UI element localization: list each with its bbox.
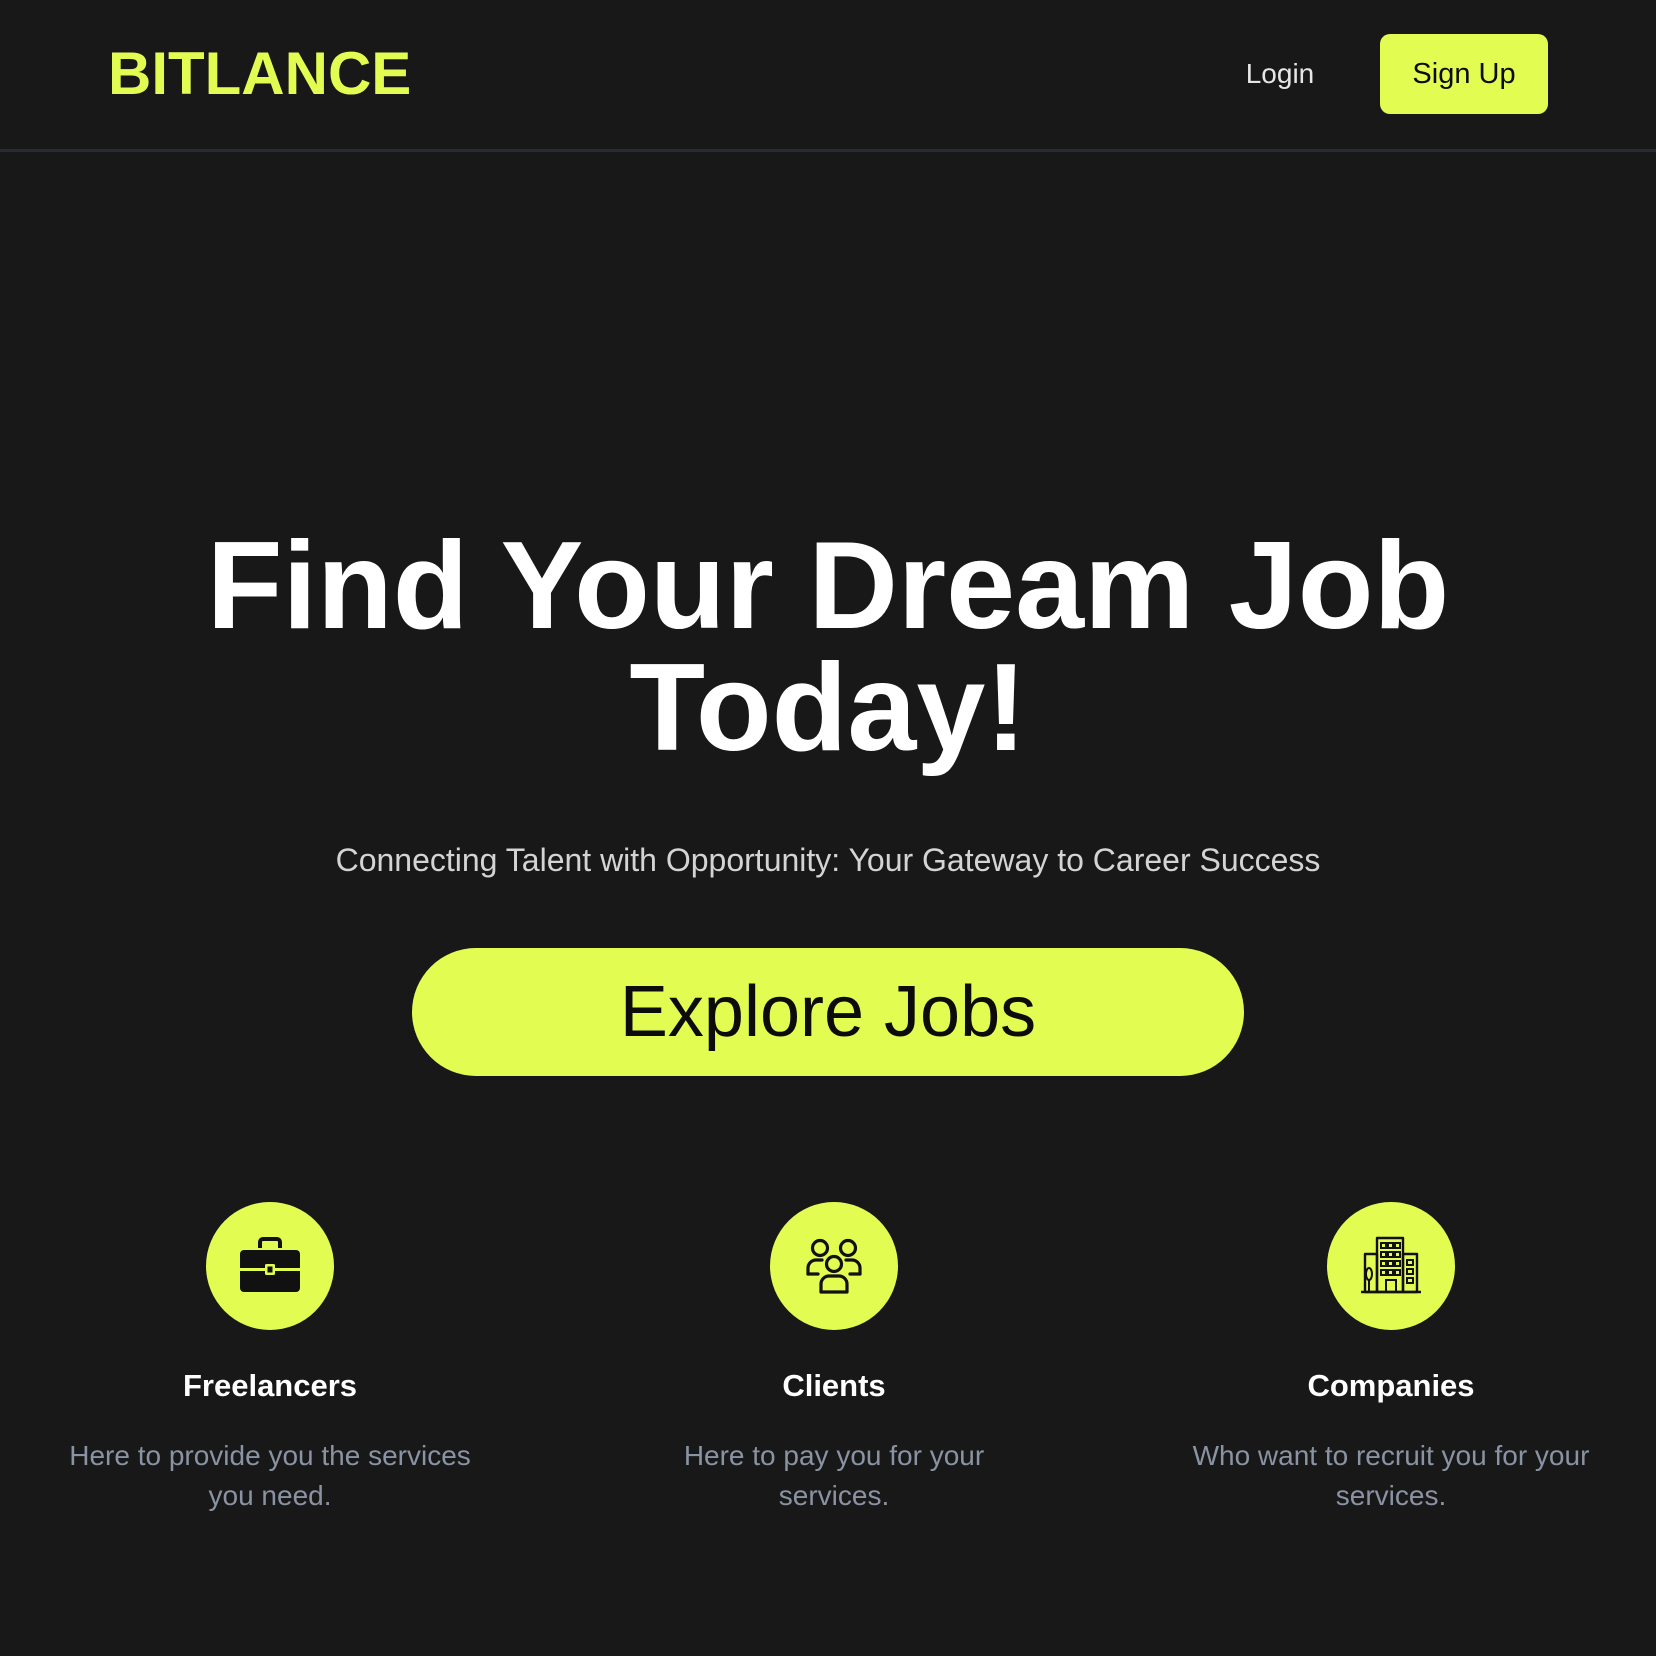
- explore-jobs-button[interactable]: Explore Jobs: [412, 948, 1244, 1076]
- signup-button[interactable]: Sign Up: [1380, 34, 1548, 114]
- feature-icon-badge: [1327, 1202, 1455, 1330]
- feature-desc-line1: Here to pay you for your: [683, 1440, 985, 1471]
- feature-icon-badge: [206, 1202, 334, 1330]
- feature-title: Freelancers: [182, 1368, 358, 1403]
- login-link[interactable]: Login: [1210, 50, 1350, 98]
- hero-title-line1: Find Your Dream Job: [206, 517, 1450, 655]
- feature-clients: Clients Here to pay you for your service…: [594, 1202, 1074, 1516]
- hero-title: Find Your Dream Job Today!: [0, 524, 1656, 770]
- hero-subtitle: Connecting Talent with Opportunity: Your…: [335, 842, 1321, 878]
- briefcase-icon: [240, 1237, 300, 1292]
- building-icon: [1361, 1236, 1421, 1294]
- feature-description: Here to provide you the services you nee…: [30, 1436, 510, 1516]
- feature-desc-line2: you need.: [208, 1480, 332, 1511]
- landing-page: BITLANCE Login Sign Up Find Your Dream J…: [0, 0, 1656, 1656]
- brand-logo[interactable]: BITLANCE: [108, 38, 411, 110]
- feature-freelancers: Freelancers Here to provide you the serv…: [30, 1202, 510, 1516]
- feature-title: Companies: [1307, 1368, 1475, 1403]
- top-nav-bar: BITLANCE Login Sign Up: [0, 0, 1656, 152]
- feature-desc-line1: Who want to recruit you for your: [1192, 1440, 1590, 1471]
- feature-desc-line2: services.: [778, 1480, 890, 1511]
- feature-desc-line1: Here to provide you the services: [69, 1440, 471, 1471]
- feature-desc-line2: services.: [1335, 1480, 1447, 1511]
- hero-title-line2: Today!: [629, 639, 1027, 777]
- feature-companies: Companies Who want to recruit you for yo…: [1151, 1202, 1631, 1516]
- feature-description: Who want to recruit you for your service…: [1151, 1436, 1631, 1516]
- feature-title: Clients: [782, 1368, 886, 1403]
- feature-icon-badge: [770, 1202, 898, 1330]
- users-group-icon: [806, 1238, 862, 1294]
- feature-description: Here to pay you for your services.: [594, 1436, 1074, 1516]
